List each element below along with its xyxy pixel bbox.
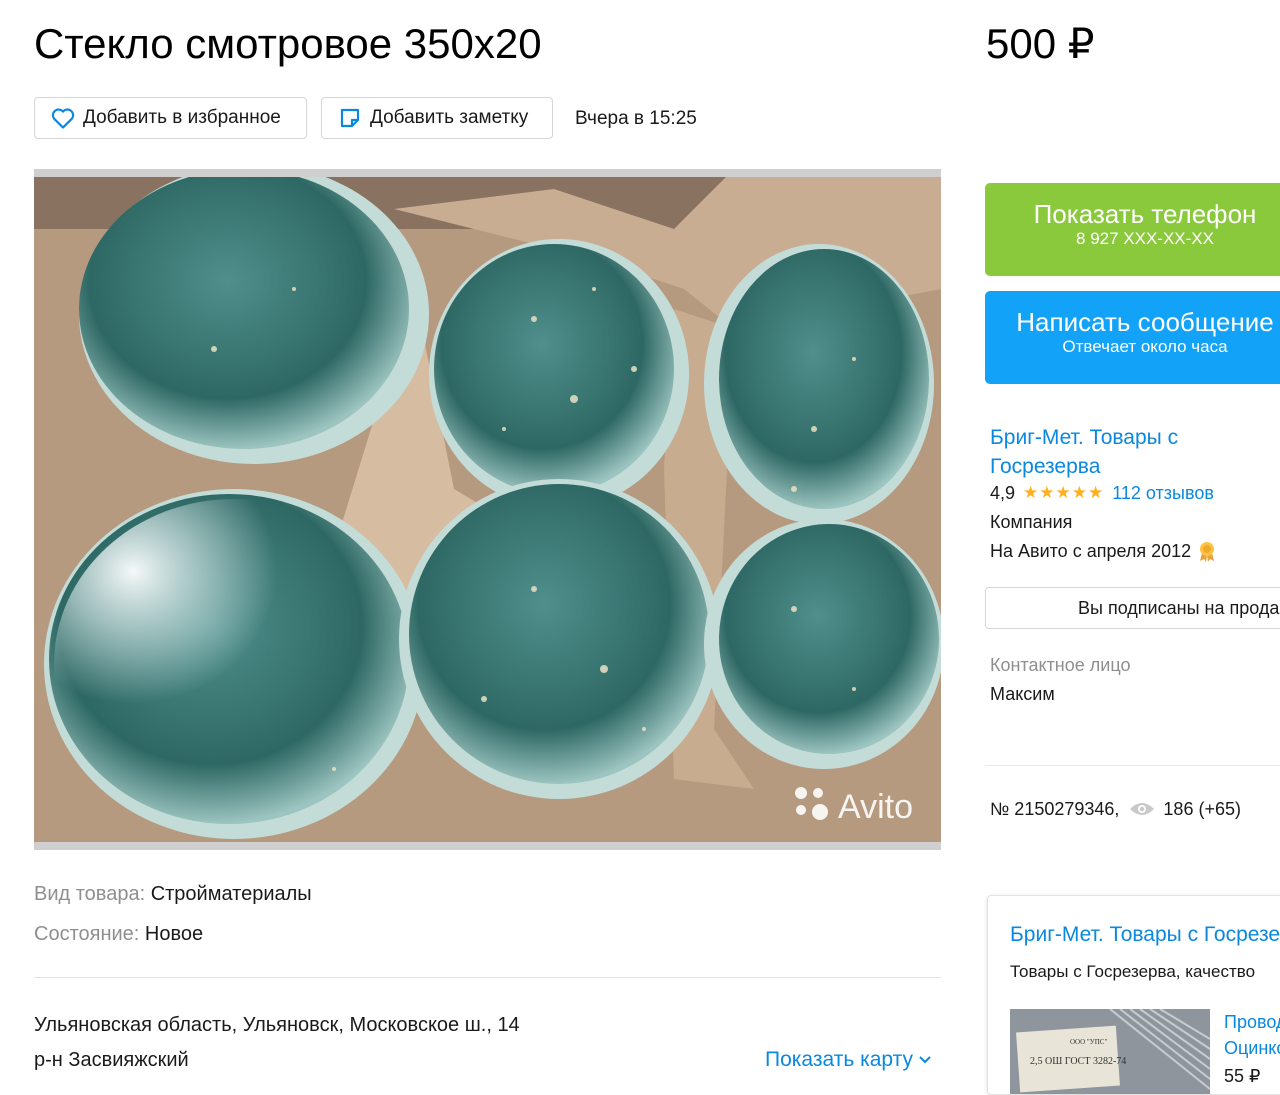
seller-name-link[interactable]: Бриг-Мет. Товары с Госрезерва	[990, 423, 1250, 481]
glass-discs-image: Avito	[34, 169, 941, 850]
address: Ульяновская область, Ульяновск, Московск…	[34, 1014, 520, 1036]
eye-icon	[1130, 803, 1155, 815]
shop-product-name-line2: Оцинкованный	[1224, 1038, 1280, 1058]
phone-mask: 8 927 XXX-XX-XX	[1076, 229, 1214, 248]
param-item-condition: Состояние: Новое	[34, 921, 203, 947]
listing-title: Стекло смотровое 350х20	[34, 20, 542, 67]
listing-photo[interactable]: Avito	[34, 169, 941, 850]
add-note-button[interactable]: Добавить заметку	[321, 97, 553, 139]
shop-card-description: Товары с Госрезерва, качество	[1010, 962, 1256, 981]
param-item-type: Вид товара: Стройматериалы	[34, 881, 312, 907]
listing-date: Вчера в 15:25	[575, 108, 697, 129]
shop-card[interactable]: Бриг-Мет. Товары с Госрезерва Товары с Г…	[987, 895, 1280, 1095]
write-message-label: Написать сообщение	[1016, 307, 1274, 337]
seller-rating: 4,9 ★★★★★ 112 отзывов	[990, 481, 1214, 505]
shop-product-name[interactable]: Провод Оцинкованный	[1224, 1009, 1280, 1061]
add-to-favorites-label: Добавить в избранное	[83, 107, 281, 128]
shop-product-name-line1: Провод	[1224, 1012, 1280, 1032]
product-label-small: ООО "УПС"	[1070, 1038, 1107, 1046]
rating-value: 4,9	[990, 483, 1016, 503]
avito-watermark-text: Avito	[838, 788, 913, 826]
contact-person-label: Контактное лицо	[990, 655, 1131, 675]
note-icon	[340, 108, 360, 128]
param-value: Новое	[144, 923, 204, 945]
param-key: Вид товара:	[34, 883, 151, 905]
param-key: Состояние:	[34, 923, 145, 945]
shop-product-image[interactable]: 2,5 ОШ ГОСТ 3282-74 ООО "УПС"	[1010, 1009, 1210, 1094]
district: р-н Засвияжский	[34, 1049, 189, 1071]
seller-since-row: На Авито с апреля 2012	[990, 539, 1217, 563]
chevron-down-icon	[919, 1056, 931, 1064]
response-time: Отвечает около часа	[1062, 337, 1228, 356]
seller-type: Компания	[990, 512, 1073, 532]
add-to-favorites-button[interactable]: Добавить в избранное	[34, 97, 307, 139]
shop-product-price: 55 ₽	[1224, 1066, 1261, 1086]
heart-icon	[51, 108, 75, 129]
product-label-text: 2,5 ОШ ГОСТ 3282-74	[1030, 1056, 1126, 1067]
ad-stats: № 2150279346, 186 (+65)	[990, 797, 1241, 821]
photo-bottom-edge	[34, 842, 941, 850]
show-map-label: Показать карту	[765, 1048, 914, 1071]
param-value: Стройматериалы	[150, 883, 312, 905]
shop-card-title[interactable]: Бриг-Мет. Товары с Госрезерва	[1010, 922, 1280, 948]
reviews-link[interactable]: 112 отзывов	[1112, 481, 1214, 505]
section-divider	[34, 977, 941, 978]
seller-since: На Авито с апреля 2012	[990, 541, 1192, 561]
view-count: 186 (+65)	[1163, 799, 1241, 819]
contact-person-name: Максим	[990, 684, 1055, 704]
medal-icon	[1200, 542, 1215, 562]
show-phone-button[interactable]: Показать телефон 8 927 XXX-XX-XX	[985, 183, 1280, 276]
ad-number: № 2150279346,	[990, 799, 1120, 819]
sidebar-divider	[985, 765, 1280, 766]
write-message-button[interactable]: Написать сообщение Отвечает около часа	[985, 291, 1280, 384]
add-note-label: Добавить заметку	[370, 107, 529, 128]
listing-price: 500 ₽	[986, 20, 1095, 67]
show-map-link[interactable]: Показать карту	[765, 1047, 931, 1073]
star-icons: ★★★★★	[1023, 483, 1105, 502]
photo-top-edge	[34, 169, 941, 177]
subscribed-button[interactable]: Вы подписаны на продавца	[985, 587, 1280, 629]
show-phone-label: Показать телефон	[1033, 199, 1257, 229]
